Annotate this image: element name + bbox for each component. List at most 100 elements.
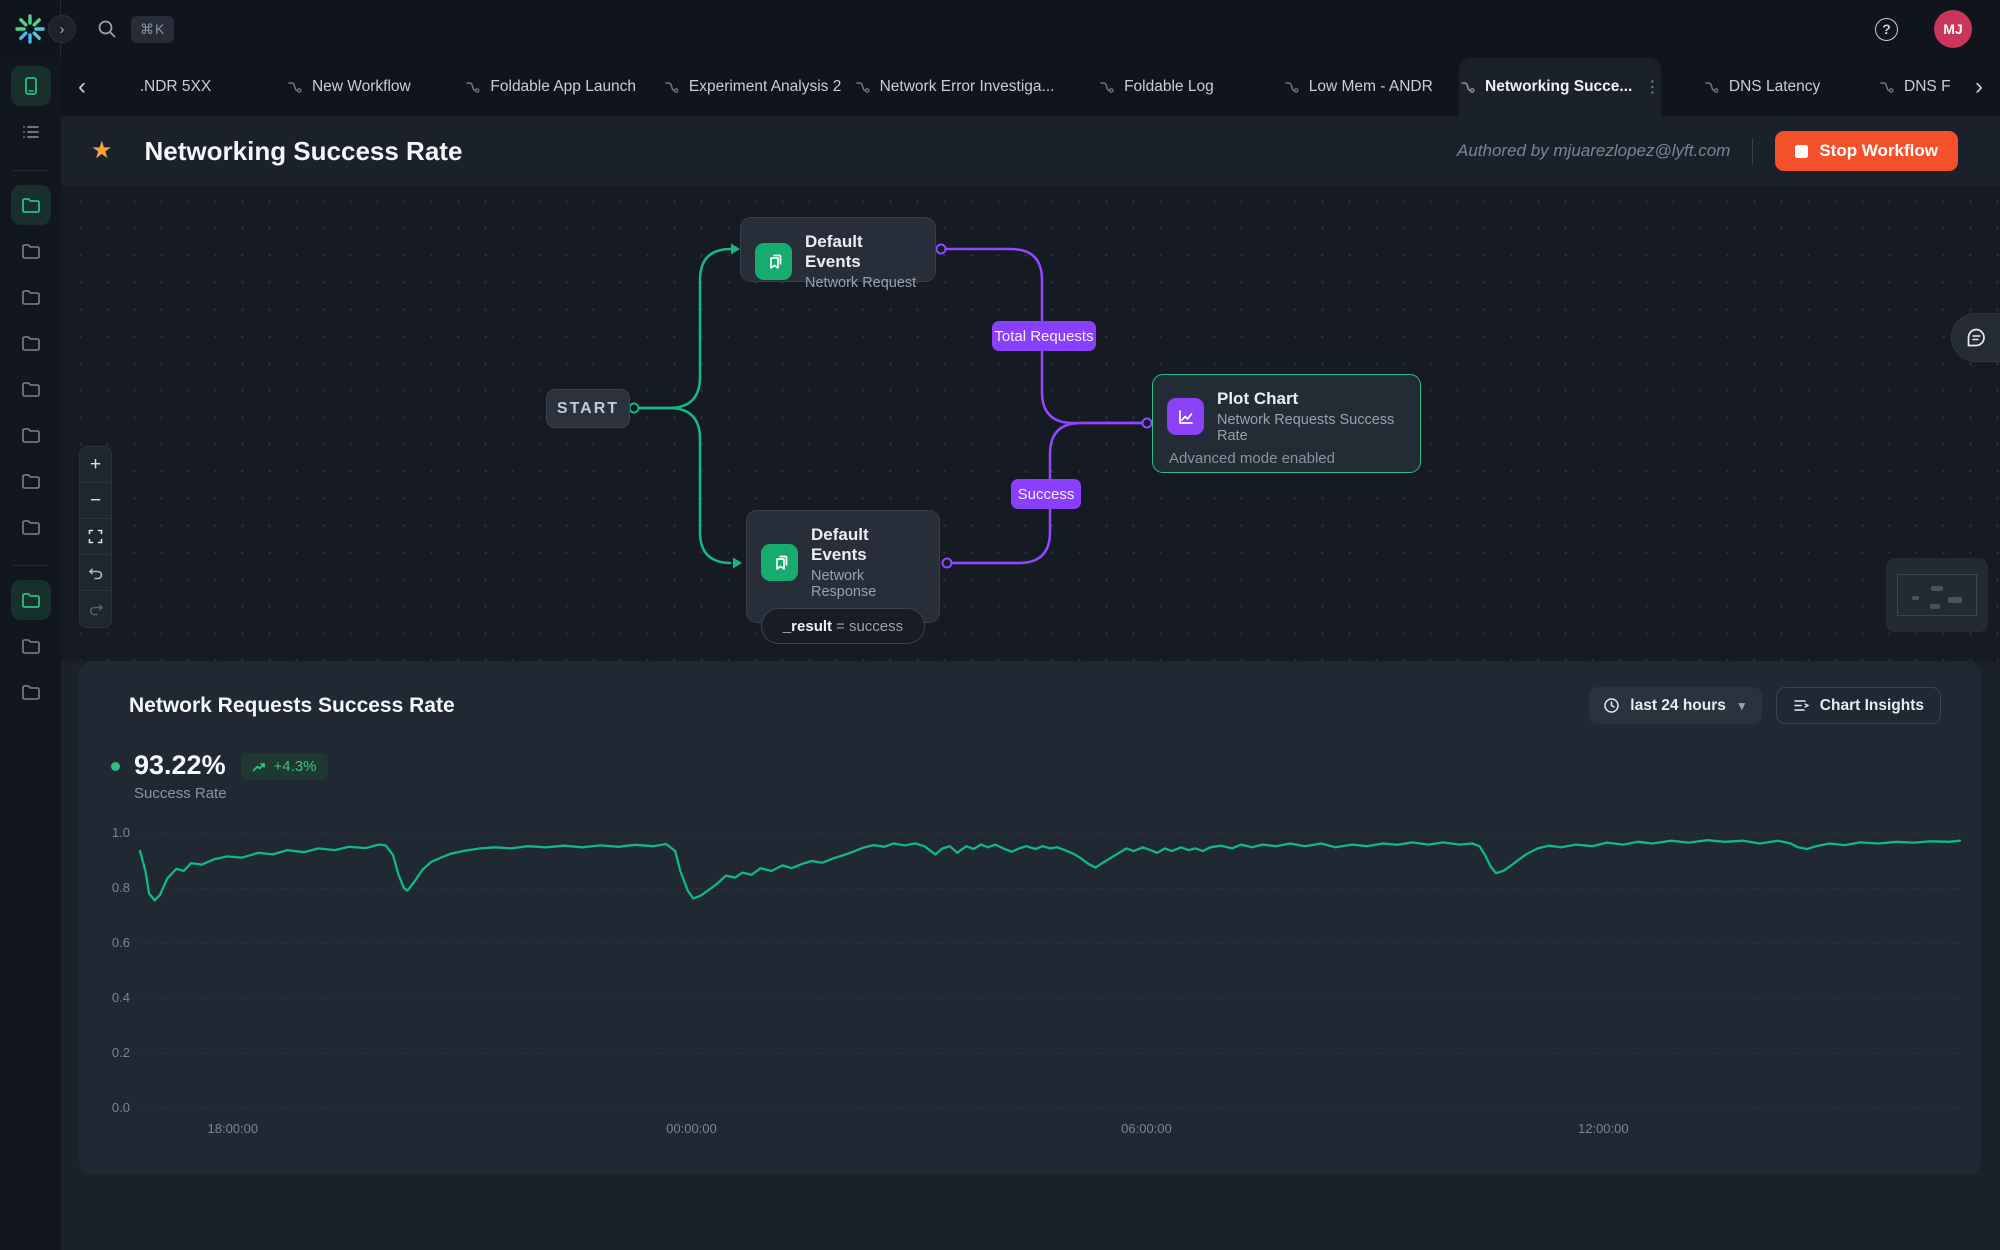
sidebar-item-folder-6[interactable]	[11, 415, 51, 455]
workflow-tab-bar: ‹ .NDR 5XX New Workflow Foldable App Lau…	[61, 58, 2000, 116]
tab-networking-success-rate[interactable]: Networking Succe... ⋮	[1459, 58, 1661, 116]
node-default-events-request[interactable]: Default Events Network Request	[740, 217, 936, 282]
chevron-right-icon: ›	[60, 21, 65, 38]
folder-icon	[20, 516, 42, 538]
chart-panel: Network Requests Success Rate last 24 ho…	[79, 661, 1981, 1175]
chart-stat: 93.22% Success Rate +4.3%	[79, 724, 1981, 802]
help-button[interactable]: ?	[1875, 18, 1898, 41]
undo-button[interactable]	[80, 555, 111, 591]
minimap-node-blip	[1931, 586, 1943, 591]
edge-label-success: Success	[1011, 479, 1081, 509]
sidebar-item-folder-4[interactable]	[11, 323, 51, 363]
avatar[interactable]: MJ	[1934, 10, 1972, 48]
minimap-node-blip	[1930, 604, 1940, 609]
tab-foldable-log[interactable]: Foldable Log	[1055, 58, 1257, 116]
trend-up-icon	[252, 761, 267, 773]
start-node[interactable]: START	[546, 389, 630, 428]
tab-foldable-app-launch[interactable]: Foldable App Launch	[450, 58, 652, 116]
folder-icon	[20, 378, 42, 400]
workflow-icon	[1099, 81, 1114, 94]
tab-dns-f[interactable]: DNS F	[1863, 58, 1958, 116]
tabs-scroll-right-button[interactable]: ›	[1958, 58, 2000, 116]
global-search[interactable]: ⌘K	[97, 16, 174, 43]
success-rate-line-chart	[140, 833, 1960, 1108]
chat-bubble-icon	[1965, 327, 1987, 349]
events-bookmark-icon	[755, 243, 792, 280]
gridline	[140, 1108, 1960, 1109]
sidebar-divider	[13, 170, 49, 171]
folder-icon	[20, 681, 42, 703]
sidebar-item-folder-active-1[interactable]	[11, 185, 51, 225]
chevron-left-icon: ‹	[78, 73, 86, 101]
favorite-star-icon[interactable]: ★	[91, 139, 113, 163]
node-default-events-response[interactable]: Default Events Network Response _result …	[746, 510, 940, 623]
sidebar-item-device[interactable]	[11, 66, 51, 106]
x-tick-label: 06:00:00	[1121, 1121, 1172, 1136]
x-tick-label: 00:00:00	[666, 1121, 717, 1136]
sidebar-item-folder-9[interactable]	[11, 626, 51, 666]
stat-label: Success Rate	[134, 785, 227, 802]
sidebar-item-folder-active-2[interactable]	[11, 580, 51, 620]
folder-icon	[20, 589, 42, 611]
y-tick-label: 0.6	[82, 935, 130, 950]
sidebar-item-folder-5[interactable]	[11, 369, 51, 409]
workflow-icon	[1284, 81, 1299, 94]
authored-by-text: Authored by mjuarezlopez@lyft.com	[1457, 141, 1730, 161]
y-tick-label: 0.0	[82, 1100, 130, 1115]
zoom-out-button[interactable]: −	[80, 483, 111, 519]
sidebar-item-folder-10[interactable]	[11, 672, 51, 712]
events-bookmark-icon	[761, 544, 798, 581]
mobile-device-icon	[20, 75, 42, 97]
undo-icon	[88, 566, 104, 580]
folder-icon	[20, 194, 42, 216]
search-shortcut-badge: ⌘K	[131, 16, 174, 43]
time-range-dropdown[interactable]: last 24 hours ▼	[1589, 687, 1762, 724]
series-dot-icon	[111, 762, 120, 771]
sidebar-item-folder-8[interactable]	[11, 507, 51, 547]
workflow-edges	[61, 186, 2000, 661]
y-tick-label: 1.0	[82, 825, 130, 840]
sidebar-divider	[13, 565, 49, 566]
stop-icon	[1795, 145, 1808, 158]
sidebar-collapse-button[interactable]: ›	[48, 15, 76, 43]
tab-andr-5xx[interactable]: .NDR 5XX	[103, 58, 248, 116]
workflow-icon	[1879, 81, 1894, 94]
stop-workflow-button[interactable]: Stop Workflow	[1775, 131, 1958, 171]
chart-line-success-rate	[140, 840, 1960, 900]
chart-insights-button[interactable]: Chart Insights	[1776, 687, 1941, 724]
sidebar-item-folder-7[interactable]	[11, 461, 51, 501]
node-plot-chart[interactable]: Plot Chart Network Requests Success Rate…	[1152, 374, 1421, 473]
tab-experiment-analysis-2[interactable]: Experiment Analysis 2	[652, 58, 854, 116]
sidebar-item-list[interactable]	[11, 112, 51, 152]
zoom-in-button[interactable]: +	[80, 447, 111, 483]
x-tick-label: 12:00:00	[1578, 1121, 1629, 1136]
workflow-canvas[interactable]: START Default Events Network Request	[61, 186, 2000, 661]
tabs-scroll-left-button[interactable]: ‹	[61, 58, 103, 116]
edge-label-total-requests: Total Requests	[992, 321, 1096, 351]
sidebar-item-folder-3[interactable]	[11, 277, 51, 317]
workflow-icon	[1704, 81, 1719, 94]
redo-icon	[88, 602, 104, 616]
arrowhead-icon	[733, 558, 742, 569]
assistant-chat-tab[interactable]	[1951, 313, 2000, 362]
tab-low-mem-andr[interactable]: Low Mem - ANDR	[1257, 58, 1459, 116]
x-tick-label: 18:00:00	[208, 1121, 259, 1136]
redo-button[interactable]	[80, 591, 111, 627]
tab-network-error-investigation[interactable]: Network Error Investiga...	[854, 58, 1056, 116]
fit-view-button[interactable]	[80, 519, 111, 555]
app-logo-icon	[14, 13, 46, 45]
tab-menu-kebab-icon[interactable]: ⋮	[1644, 77, 1660, 97]
workflow-icon	[465, 81, 480, 94]
workflow-header: ★ Networking Success Rate Authored by mj…	[61, 116, 2000, 186]
tab-dns-latency[interactable]: DNS Latency	[1661, 58, 1863, 116]
folder-icon	[20, 240, 42, 262]
list-icon	[20, 121, 42, 143]
sidebar-item-folder-2[interactable]	[11, 231, 51, 271]
minimap-node-blip	[1912, 596, 1919, 600]
minimap-viewport	[1897, 574, 1977, 616]
tab-new-workflow[interactable]: New Workflow	[248, 58, 450, 116]
canvas-minimap[interactable]	[1886, 558, 1988, 632]
fit-view-icon	[88, 529, 103, 544]
folder-icon	[20, 635, 42, 657]
y-tick-label: 0.4	[82, 990, 130, 1005]
